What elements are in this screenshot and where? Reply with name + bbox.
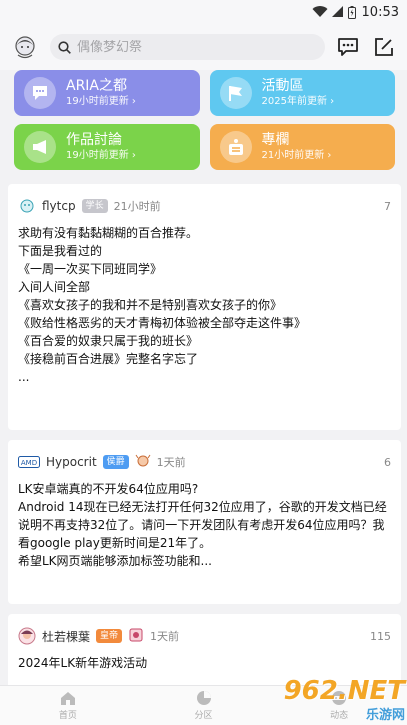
tile-works[interactable]: 作品討論 19小时前更新 ›	[14, 124, 200, 170]
top-bar	[0, 24, 407, 70]
reply-count: 6	[384, 455, 391, 469]
pie-chart-icon	[196, 691, 211, 705]
status-icons	[312, 5, 356, 19]
tile-subtitle: 19小时前更新 ›	[66, 150, 136, 161]
user-avatar[interactable]: AMD	[18, 453, 40, 471]
svg-text:AMD: AMD	[21, 459, 37, 467]
post-author[interactable]: flytcp	[42, 199, 76, 213]
tile-events[interactable]: 活動區 2025年前更新 ›	[209, 70, 395, 116]
flag-icon	[219, 77, 252, 109]
messages-button[interactable]	[335, 34, 361, 60]
search-bar[interactable]	[50, 34, 325, 60]
tile-title: ARIA之都	[66, 78, 128, 94]
post-body: 下面是我看过的 《一周一次买下同班同学》 入间人间全部 《喜欢女孩子的我和并不是…	[18, 244, 307, 384]
post-title: 2024年LK新年游戏活动	[18, 656, 148, 670]
medal-icon	[135, 454, 151, 471]
signal-icon	[331, 6, 343, 17]
site-watermark: 962.NET 乐游网	[284, 678, 405, 723]
compose-button[interactable]	[371, 34, 397, 60]
status-bar: 10:53	[0, 0, 407, 24]
reply-count: 7	[384, 199, 391, 213]
search-input[interactable]	[77, 39, 317, 55]
chat-bubble-icon	[24, 77, 56, 109]
nav-label: 分区	[194, 711, 213, 721]
post-author[interactable]: 杜若棵葉	[42, 628, 90, 645]
medal-icon	[128, 627, 144, 646]
post-body: Android 14现在已经无法打开任何32位应用了，谷歌的开发文档已经说明不再…	[18, 500, 387, 568]
search-icon	[58, 40, 71, 54]
post-card[interactable]: 杜若棵葉 皇帝 1天前 115 2024年LK新年游戏活动	[8, 614, 401, 685]
tile-aria[interactable]: ARIA之都 19小时前更新 ›	[14, 70, 200, 116]
message-bubble-icon	[338, 38, 358, 56]
post-time: 1天前	[156, 456, 186, 469]
tile-subtitle: 2025年前更新 ›	[261, 96, 335, 107]
post-author[interactable]: Hypocrit	[46, 455, 97, 469]
status-time: 10:53	[361, 4, 399, 20]
home-icon	[60, 691, 75, 705]
user-rank-badge: 侯爵	[102, 455, 129, 469]
user-rank-badge: 皇帝	[96, 629, 123, 643]
nav-sections[interactable]: 分区	[136, 686, 272, 725]
post-card[interactable]: flytcp 学长 21小时前 7 求助有没有黏黏糊糊的百合推荐。 下面是我看过…	[8, 184, 401, 430]
nav-label: 首页	[58, 710, 77, 721]
user-avatar-button[interactable]	[10, 32, 40, 62]
tile-title: 作品討論	[66, 132, 122, 148]
tile-subtitle: 21小时前更新 ›	[261, 150, 332, 161]
tile-title: 活動區	[261, 78, 304, 94]
battery-icon	[347, 5, 356, 19]
reply-count: 115	[370, 629, 391, 643]
user-avatar[interactable]	[18, 627, 36, 645]
user-avatar[interactable]	[18, 197, 36, 215]
wifi-icon	[312, 6, 328, 18]
nav-home[interactable]: 首页	[0, 686, 136, 725]
post-feed[interactable]: flytcp 学长 21小时前 7 求助有没有黏黏糊糊的百合推荐。 下面是我看过…	[0, 184, 407, 685]
post-card[interactable]: AMD Hypocrit 侯爵 1天前 6 LK安卓端真的不开发64位应用吗? …	[8, 440, 401, 604]
post-time: 21小时前	[113, 200, 161, 213]
avatar-icon	[15, 36, 35, 59]
tile-subtitle: 19小时前更新 ›	[66, 96, 136, 107]
user-rank-badge: 学长	[81, 199, 108, 213]
forum-tiles: ARIA之都 19小时前更新 › 活動區 2025年前更新 › 作品討論 19小…	[0, 70, 407, 170]
tile-title: 專欄	[261, 132, 290, 148]
edit-icon	[375, 38, 393, 56]
megaphone-icon	[24, 131, 56, 163]
post-title: 求助有没有黏黏糊糊的百合推荐。	[18, 226, 199, 240]
tile-column[interactable]: 專欄 21小时前更新 ›	[209, 124, 395, 170]
watermark-main: 962.NET	[283, 676, 405, 706]
post-time: 1天前	[150, 630, 180, 643]
watermark-sub: 乐游网	[365, 708, 405, 723]
post-title: LK安卓端真的不开发64位应用吗?	[18, 482, 199, 496]
column-icon	[219, 131, 252, 163]
